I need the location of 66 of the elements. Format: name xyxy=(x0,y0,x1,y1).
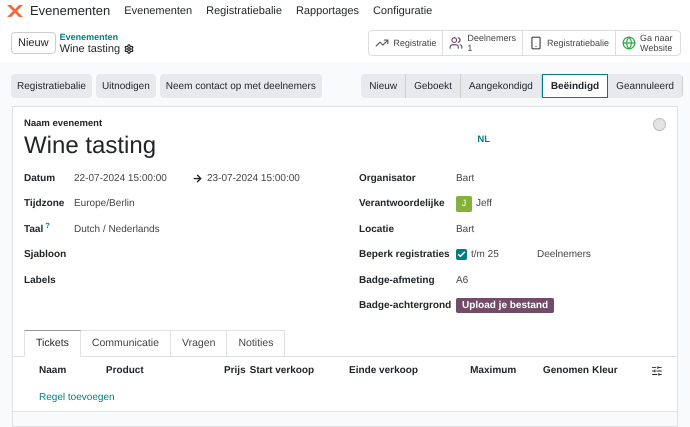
new-button[interactable]: Nieuw xyxy=(11,32,56,54)
smart-button[interactable]: Registratie xyxy=(369,31,442,55)
menu-item[interactable]: Rapportages xyxy=(296,2,359,20)
column-header[interactable]: Product xyxy=(106,363,214,378)
action-button[interactable]: Neem contact op met deelnemers xyxy=(160,74,322,98)
column-header[interactable]: Genomen xyxy=(542,363,592,378)
column-header[interactable]: Prijs xyxy=(214,363,250,378)
action-button[interactable]: Uitnodigen xyxy=(96,74,156,98)
field-label: Naam evenement xyxy=(24,117,104,131)
record-title: Wine tasting xyxy=(60,43,120,55)
settings-icon[interactable] xyxy=(124,44,134,54)
column-header[interactable]: Maximum xyxy=(470,363,543,378)
stage-button[interactable]: Beëindigd xyxy=(542,74,608,98)
field-label: Taal $^{?}$ xyxy=(24,222,51,236)
smart-button[interactable]: Ga naar Website xyxy=(615,31,680,55)
field-value[interactable]: t/m 25 xyxy=(471,247,537,262)
column-settings-icon[interactable] xyxy=(651,364,663,377)
field-label: Badge-achtergrond xyxy=(359,299,452,313)
stage-button[interactable]: Nieuw xyxy=(361,74,406,98)
arrow-icon xyxy=(192,172,203,184)
column-header[interactable]: Einde verkoop xyxy=(349,363,470,378)
field-label: Badge-afmeting xyxy=(359,274,436,288)
field-label: Beperk registraties xyxy=(359,248,451,262)
language-badge[interactable]: NL xyxy=(477,133,490,162)
column-header[interactable]: Start verkoop xyxy=(250,363,350,378)
notebook-tab[interactable]: Tickets xyxy=(24,330,81,358)
phone-icon xyxy=(528,36,543,50)
field-label: Datum xyxy=(24,172,56,186)
field-value[interactable]: A6 xyxy=(456,272,468,288)
field-label: Verantwoordelijke xyxy=(359,197,446,211)
stage-button[interactable]: Geboekt xyxy=(406,74,461,98)
app-name[interactable]: Evenementen xyxy=(30,1,110,21)
avatar: J xyxy=(456,196,472,212)
menu-item[interactable]: Registratiebalie xyxy=(206,2,282,20)
menu-item[interactable]: Configuratie xyxy=(372,2,432,20)
field-label: Labels xyxy=(24,274,57,288)
field-value[interactable]: Europe/Berlin xyxy=(74,196,190,211)
breadcrumb-link[interactable]: Evenementen xyxy=(60,31,134,43)
smart-button[interactable]: Registratiebalie xyxy=(522,31,615,55)
field-label: Tijdzone xyxy=(24,197,66,211)
stage-button[interactable]: Geannuleerd xyxy=(608,74,683,98)
action-button[interactable]: Registratiebalie xyxy=(11,74,92,98)
event-name-field[interactable]: Wine tasting xyxy=(24,131,478,162)
field-value[interactable]: Jeff xyxy=(476,196,492,211)
notebook-tab[interactable]: Notities xyxy=(227,330,286,358)
field-value[interactable]: 23-07-2024 15:00:00 xyxy=(207,170,300,186)
field-value[interactable]: Bart xyxy=(456,222,474,236)
notebook-tab[interactable]: Vragen xyxy=(170,330,228,358)
notebook-tab[interactable]: Communicatie xyxy=(80,330,171,358)
field-label: Organisator xyxy=(359,172,417,186)
field-value[interactable]: Dutch / Nederlands xyxy=(74,222,190,236)
globe-icon xyxy=(622,36,636,50)
add-line-link[interactable]: Regel toevoegen xyxy=(39,390,115,406)
column-header[interactable]: Kleur xyxy=(592,363,652,378)
field-label: Locatie xyxy=(359,222,396,236)
upload-button[interactable]: Upload je bestand xyxy=(456,298,554,313)
people-icon xyxy=(449,36,464,50)
field-value[interactable]: Bart xyxy=(456,170,474,186)
unit-label: Deelnemers xyxy=(537,248,591,262)
column-header[interactable]: Naam xyxy=(39,363,106,378)
field-value[interactable]: 22-07-2024 15:00:00 xyxy=(74,170,190,186)
smart-button[interactable]: Deelnemers 1 xyxy=(442,31,522,55)
checkbox[interactable] xyxy=(456,249,467,260)
field-label: Sjabloon xyxy=(24,248,68,262)
logo-icon xyxy=(6,4,24,18)
menu-item[interactable]: Evenementen xyxy=(124,2,192,20)
